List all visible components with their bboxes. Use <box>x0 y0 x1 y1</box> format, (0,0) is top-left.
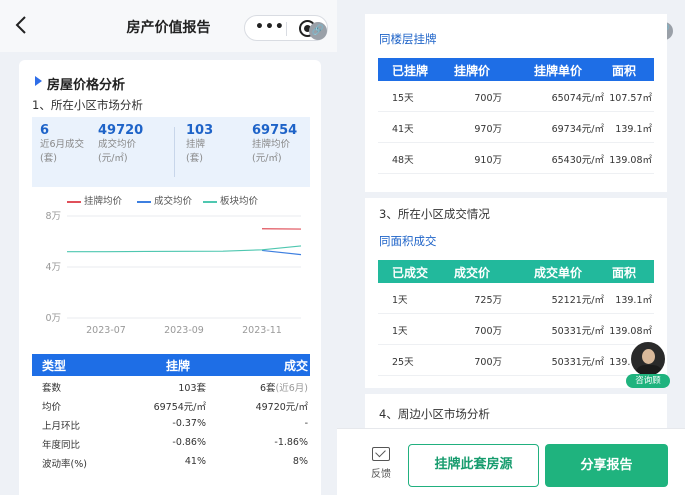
series-line-1 <box>261 249 302 256</box>
table-header: 已成交 成交价 成交单价 面积 <box>378 260 654 283</box>
legend-deal[interactable]: 成交均价 <box>137 193 192 207</box>
table-header: 类型 挂牌 成交 <box>32 354 310 376</box>
stats-divider <box>174 127 175 177</box>
section-title: 房屋价格分析 <box>35 74 125 93</box>
market-subtitle: 1、所在小区市场分析 <box>32 98 143 112</box>
table-row: 1天 700万 50331元/㎡ 139.08㎡ <box>378 314 654 345</box>
top-bar: 房产价值报告 ••• 🔗 <box>0 0 337 52</box>
capsule-divider <box>286 22 287 36</box>
table-row: 波动率(%) 41% 8% <box>42 456 308 470</box>
stat-deal-avg: 49720 成交均价 (元/㎡) <box>98 123 144 164</box>
table-row: 48天 910万 65430元/㎡ 139.08㎡ <box>378 143 654 174</box>
table-row: 41天 970万 69734元/㎡ 139.1㎡ <box>378 112 654 143</box>
y-tick-label: 8万 <box>45 211 61 222</box>
feedback-button[interactable]: 反馈 <box>361 447 401 480</box>
share-report-button[interactable]: 分享报告 <box>545 444 668 487</box>
price-analysis-card: 房屋价格分析 1、所在小区市场分析 6 近6月成交 (套) 49720 成交均价… <box>19 60 321 495</box>
y-tick-label: 4万 <box>45 262 61 273</box>
x-tick-label: 2023-07 <box>86 325 126 336</box>
x-tick-label: 2023-11 <box>242 325 282 336</box>
table-row: 15天 700万 65074元/㎡ 107.57㎡ <box>378 81 654 112</box>
legend-district[interactable]: 板块均价 <box>203 193 258 207</box>
table-row: 1天 725万 52121元/㎡ 139.1㎡ <box>378 283 654 314</box>
x-tick-label: 2023-09 <box>164 325 204 336</box>
table-row: 上月环比 -0.37% - <box>42 418 308 432</box>
same-area-heading: 同面积成交 <box>379 234 437 248</box>
same-floor-table: 已挂牌 挂牌价 挂牌单价 面积 15天 700万 65074元/㎡ 107.57㎡ 41… <box>378 58 654 174</box>
legend-listing[interactable]: 挂牌均价 <box>67 193 122 207</box>
avatar <box>629 340 667 378</box>
table-row: 25天700万50331元/㎡139.08㎡ <box>378 345 654 376</box>
table-row: 均价 69754元/㎡ 49720元/㎡ <box>42 402 308 413</box>
link-icon[interactable]: 🔗 <box>309 22 327 40</box>
same-area-table: 已成交 成交价 成交单价 面积 1天 725万 52121元/㎡ 139.1㎡ 1天 70… <box>378 260 654 376</box>
same-floor-heading: 同楼层挂牌 <box>379 32 437 46</box>
nearby-section-title: 4、周边小区市场分析 <box>379 407 490 421</box>
table-row: 年度同比 -0.86% -1.86% <box>42 437 308 451</box>
price-trend-chart: 8万 4万 0万 2023-07 2023-09 2023-11 <box>45 211 302 336</box>
bottom-action-bar: 反馈 挂牌此套房源 分享报告 <box>337 428 685 495</box>
advisor-label: 咨询顾 <box>626 374 670 388</box>
mail-icon <box>372 447 390 461</box>
play-marker-icon <box>35 76 42 86</box>
market-stats: 6 近6月成交 (套) 49720 成交均价 (元/㎡) 103 挂牌 (套) … <box>32 117 310 187</box>
y-tick-label: 0万 <box>45 313 61 324</box>
same-floor-listings-card: 同楼层挂牌 已挂牌 挂牌价 挂牌单价 面积 15天 700万 65074元/㎡ 107… <box>365 14 667 192</box>
advisor-button[interactable]: 咨询顾 <box>626 340 670 392</box>
stat-listing-avg: 69754 挂牌均价 (元/㎡) <box>252 123 298 164</box>
stat-deals: 6 近6月成交 (套) <box>40 123 85 164</box>
deals-section-title: 3、所在小区成交情况 <box>379 207 490 221</box>
price-compare-table: 类型 挂牌 成交 套数 103套 6套(近6月) 均价 69754元/㎡ 49720元/㎡… <box>32 354 310 471</box>
list-property-button[interactable]: 挂牌此套房源 <box>408 444 539 487</box>
report-page-left: 房产价值报告 ••• 🔗 房屋价格分析 1、所在小区市场分析 6 近6月成交 (… <box>0 0 337 495</box>
table-header: 已挂牌 挂牌价 挂牌单价 面积 <box>378 58 654 81</box>
table-row: 套数 103套 6套(近6月) <box>42 383 308 394</box>
stat-listings: 103 挂牌 (套) <box>186 123 214 164</box>
community-deals-card: 3、所在小区成交情况 同面积成交 已成交 成交价 成交单价 面积 1天 725万 5… <box>365 198 667 388</box>
more-menu-button[interactable]: ••• <box>255 19 285 35</box>
chart-legend: 挂牌均价 成交均价 板块均价 <box>32 193 310 207</box>
report-page-right: 🔗 同楼层挂牌 已挂牌 挂牌价 挂牌单价 面积 15天700万65074元/㎡1… <box>337 0 685 495</box>
